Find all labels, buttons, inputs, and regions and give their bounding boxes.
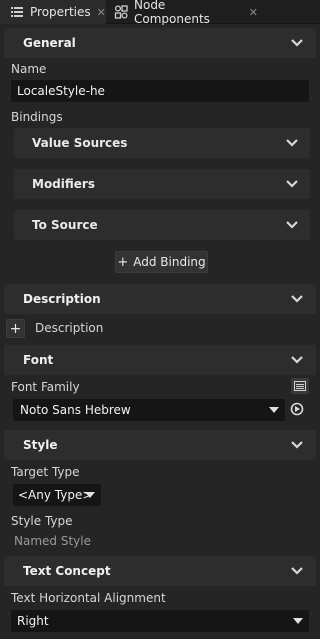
chevron-down-icon — [286, 180, 298, 188]
plus-icon: + — [9, 320, 22, 337]
bindings-value-sources-header[interactable]: Value Sources — [14, 128, 310, 158]
properties-panel: General Name LocaleStyle-he Bindings Val… — [0, 25, 320, 639]
add-binding-label: Add Binding — [133, 255, 206, 269]
section-general-header[interactable]: General — [4, 28, 316, 58]
style-type-value: Named Style — [14, 534, 91, 548]
caret-down-icon — [85, 492, 95, 498]
tab-properties-label: Properties — [30, 5, 91, 19]
sub-header-title: Modifiers — [32, 177, 95, 191]
plus-icon: + — [117, 254, 129, 270]
caret-down-icon — [293, 618, 303, 624]
node-components-icon — [114, 5, 128, 19]
font-family-dropdown[interactable]: Noto Sans Hebrew — [13, 399, 285, 421]
chevron-down-icon — [291, 441, 303, 449]
tab-node-components[interactable]: Node Components ✕ — [108, 0, 258, 26]
section-title: Description — [23, 292, 101, 306]
chevron-down-icon — [291, 39, 303, 47]
name-label: Name — [11, 62, 47, 76]
target-type-value: <Any Type> — [18, 488, 93, 502]
section-title: Style — [23, 438, 58, 452]
description-label: Description — [35, 321, 104, 335]
name-field[interactable]: LocaleStyle-he — [11, 80, 309, 102]
chevron-down-icon — [291, 356, 303, 364]
target-type-label: Target Type — [11, 465, 80, 479]
close-icon[interactable]: ✕ — [249, 6, 258, 19]
chevron-down-icon — [291, 567, 303, 575]
font-family-label: Font Family — [11, 380, 80, 394]
section-title: Font — [23, 353, 54, 367]
text-halign-dropdown[interactable]: Right — [11, 610, 309, 632]
caret-down-icon — [269, 407, 279, 413]
add-description-button[interactable]: + — [6, 319, 25, 338]
text-halign-value: Right — [17, 614, 49, 628]
chevron-down-icon — [286, 221, 298, 229]
add-binding-button[interactable]: + Add Binding — [115, 251, 208, 273]
target-type-dropdown[interactable]: <Any Type> — [13, 484, 101, 506]
list-icon — [10, 5, 24, 19]
close-icon[interactable]: ✕ — [97, 6, 106, 19]
section-description-header[interactable]: Description — [4, 284, 316, 314]
reset-icon[interactable] — [289, 401, 305, 417]
tab-bar: Properties ✕ Node Components ✕ — [0, 0, 320, 26]
bindings-modifiers-header[interactable]: Modifiers — [14, 169, 310, 199]
sub-header-title: To Source — [32, 218, 98, 232]
sub-header-title: Value Sources — [32, 136, 128, 150]
section-title: General — [23, 36, 76, 50]
bindings-to-source-header[interactable]: To Source — [14, 210, 310, 240]
section-style-header[interactable]: Style — [4, 430, 316, 460]
section-text-concept-header[interactable]: Text Concept — [4, 556, 316, 586]
chevron-down-icon — [291, 295, 303, 303]
name-field-value: LocaleStyle-he — [17, 84, 105, 98]
style-type-label: Style Type — [11, 514, 73, 528]
text-halign-label: Text Horizontal Alignment — [11, 591, 166, 605]
tab-node-components-label: Node Components — [134, 0, 210, 26]
tab-properties[interactable]: Properties ✕ — [0, 0, 106, 24]
font-browse-icon[interactable] — [291, 378, 309, 394]
chevron-down-icon — [286, 139, 298, 147]
section-title: Text Concept — [23, 564, 111, 578]
font-family-value: Noto Sans Hebrew — [20, 403, 131, 417]
section-font-header[interactable]: Font — [4, 345, 316, 375]
bindings-label: Bindings — [11, 110, 63, 124]
